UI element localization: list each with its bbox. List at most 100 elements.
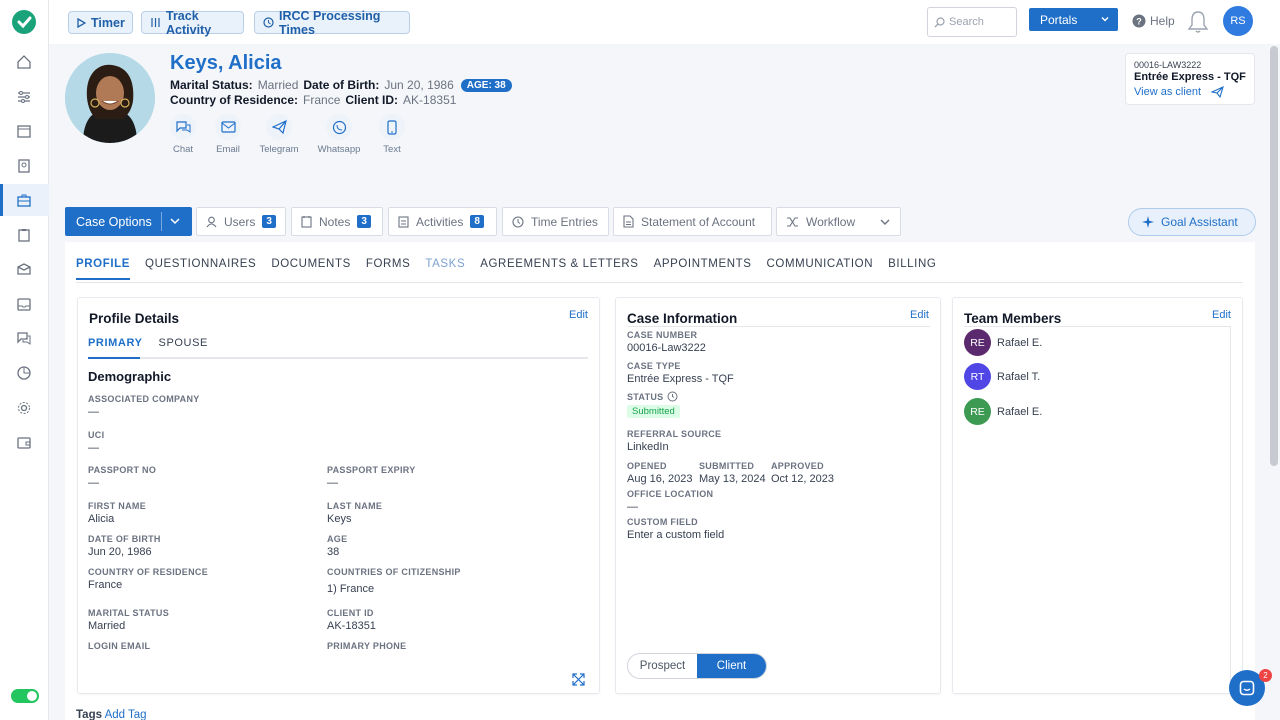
field-passport-no: PASSPORT NO — <box>88 465 157 489</box>
field-status: STATUS Submitted <box>627 391 680 418</box>
tab-tasks[interactable]: TASKS <box>425 258 465 280</box>
goal-assistant-button[interactable]: Goal Assistant <box>1128 208 1256 236</box>
messages-icon[interactable] <box>14 328 34 348</box>
timer-button[interactable]: Timer <box>68 11 133 34</box>
tab-forms[interactable]: FORMS <box>366 258 411 280</box>
briefcase-icon[interactable] <box>14 190 34 210</box>
chevron-down-icon <box>169 216 181 226</box>
avatar: RT <box>964 363 991 390</box>
case-info-edit-link[interactable]: Edit <box>910 309 929 321</box>
help-link[interactable]: ? Help <box>1132 14 1175 28</box>
search-icon <box>934 16 945 28</box>
client-photo <box>65 53 155 143</box>
tab-billing[interactable]: BILLING <box>888 258 936 280</box>
custom-field-input[interactable]: Enter a custom field <box>627 529 724 541</box>
invoice-icon <box>623 215 634 228</box>
client-name: Keys, Alicia <box>170 52 282 74</box>
field-client-id: CLIENT ID AK-18351 <box>327 608 376 632</box>
clock-icon <box>263 17 274 28</box>
tab-profile[interactable]: PROFILE <box>76 258 131 280</box>
notifications-bell-icon[interactable] <box>1187 9 1209 35</box>
tab-appointments[interactable]: APPOINTMENTS <box>654 258 752 280</box>
app-logo[interactable] <box>11 9 37 35</box>
users-button[interactable]: Users 3 <box>196 207 286 236</box>
clipboard-icon[interactable] <box>14 225 34 245</box>
avatar: RE <box>964 398 991 425</box>
contact-whatsapp[interactable]: Whatsapp <box>314 114 364 155</box>
history-icon[interactable] <box>667 391 678 402</box>
tab-documents[interactable]: DOCUMENTS <box>271 258 351 280</box>
tab-communication[interactable]: COMMUNICATION <box>767 258 874 280</box>
contacts-icon[interactable] <box>14 156 34 176</box>
phone-icon <box>379 114 405 140</box>
chart-pie-icon[interactable] <box>14 363 34 383</box>
track-activity-button[interactable]: Track Activity <box>141 9 244 37</box>
sliders-icon <box>150 17 161 28</box>
settings-icon[interactable] <box>14 398 34 418</box>
client-option[interactable]: Client <box>697 654 766 678</box>
tab-questionnaires[interactable]: QUESTIONNAIRES <box>145 258 256 280</box>
sliders-icon[interactable] <box>14 87 34 107</box>
field-uci: UCI — <box>88 430 105 454</box>
team-edit-link[interactable]: Edit <box>1212 309 1231 321</box>
calendar-icon[interactable] <box>14 121 34 141</box>
team-member[interactable]: RT Rafael T. <box>964 363 1040 390</box>
page-scrollbar[interactable] <box>1270 46 1278 466</box>
portals-dropdown[interactable]: Portals <box>1029 8 1118 31</box>
sidebar <box>0 0 49 720</box>
field-opened: OPENED Aug 16, 2023 <box>627 461 693 485</box>
team-member[interactable]: RE Rafael E. <box>964 398 1042 425</box>
telegram-icon <box>266 114 292 140</box>
profile-subtabs: PRIMARY SPOUSE <box>88 337 224 356</box>
contact-telegram[interactable]: Telegram <box>254 114 304 155</box>
svg-text:?: ? <box>1136 17 1142 27</box>
email-icon <box>215 114 241 140</box>
tab-agreements-letters[interactable]: AGREEMENTS & LETTERS <box>480 258 638 280</box>
chat-icon <box>170 114 196 140</box>
wallet-icon[interactable] <box>14 432 34 452</box>
field-country-of-residence: COUNTRY OF RESIDENCE France <box>88 567 209 591</box>
theme-toggle[interactable] <box>11 689 39 703</box>
top-bar: Timer Track Activity IRCC Processing Tim… <box>49 0 1280 44</box>
case-options-button[interactable]: Case Options <box>65 207 192 236</box>
contact-text[interactable]: Text <box>367 114 417 155</box>
expand-icon[interactable] <box>572 673 585 686</box>
case-summary-card: 00016-LAW3222 Entrée Express - TQF View … <box>1125 53 1255 105</box>
field-age: AGE 38 <box>327 534 348 558</box>
home-icon[interactable] <box>14 52 34 72</box>
chat-bubble-icon <box>1239 680 1255 696</box>
play-icon <box>77 17 86 28</box>
statement-of-account-button[interactable]: Statement of Account <box>613 207 772 236</box>
prospect-client-toggle: Prospect Client <box>627 653 767 679</box>
workflow-button[interactable]: Workflow <box>776 207 901 236</box>
time-entries-button[interactable]: Time Entries <box>502 207 609 236</box>
field-last-name: LAST NAME Keys <box>327 501 383 525</box>
profile-edit-link[interactable]: Edit <box>569 309 588 321</box>
user-avatar[interactable]: RS <box>1223 6 1253 36</box>
contact-email[interactable]: Email <box>203 114 253 155</box>
help-icon: ? <box>1132 14 1146 28</box>
notes-button[interactable]: Notes 3 <box>291 207 383 236</box>
search-input[interactable]: Search <box>927 7 1017 37</box>
activity-icon <box>398 215 409 228</box>
subtab-primary[interactable]: PRIMARY <box>88 337 143 356</box>
ircc-processing-button[interactable]: IRCC Processing Times <box>254 9 410 37</box>
box-icon[interactable] <box>14 259 34 279</box>
subtab-spouse[interactable]: SPOUSE <box>159 337 208 356</box>
status-badge: Submitted <box>627 405 680 418</box>
contact-chat[interactable]: Chat <box>158 114 208 155</box>
activities-button[interactable]: Activities 8 <box>388 207 497 236</box>
field-case-type: CASE TYPE Entrée Express - TQF <box>627 361 734 385</box>
add-tag-link[interactable]: Add Tag <box>105 709 147 720</box>
field-case-number: CASE NUMBER 00016-Law3222 <box>627 330 706 354</box>
field-approved: APPROVED Oct 12, 2023 <box>771 461 834 485</box>
prospect-option[interactable]: Prospect <box>628 654 697 678</box>
team-member[interactable]: RE Rafael E. <box>964 329 1042 356</box>
shuffle-icon <box>786 216 799 228</box>
field-associated-company: ASSOCIATED COMPANY — <box>88 394 200 418</box>
field-marital-status: MARITAL STATUS Married <box>88 608 170 632</box>
field-passport-expiry: PASSPORT EXPIRY — <box>327 465 416 489</box>
view-as-client-link[interactable]: View as client <box>1134 86 1246 98</box>
age-badge: AGE: 38 <box>460 78 512 92</box>
inbox-icon[interactable] <box>14 294 34 314</box>
